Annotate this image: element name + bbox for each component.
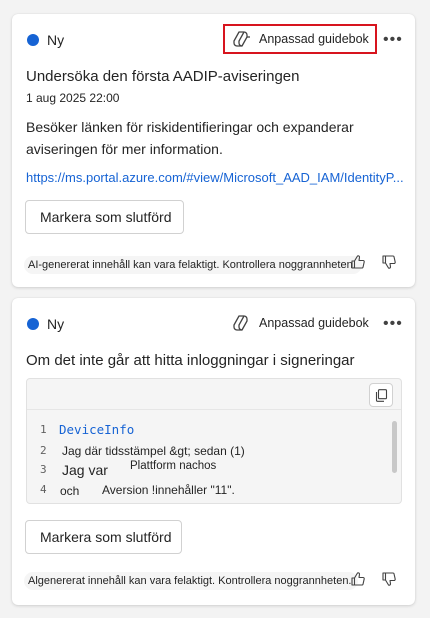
- card-description: Besöker länken för riskidentifieringar o…: [26, 119, 354, 157]
- code-line-extra: Plattform nachos: [130, 460, 217, 472]
- custom-guidebook-label: Anpassad guidebok: [259, 316, 369, 330]
- code-line: DeviceInfo: [59, 422, 135, 437]
- line-number: 1: [40, 423, 47, 436]
- guidance-card: Ny Anpassad guidebok ••• Undersöka den f…: [12, 14, 415, 287]
- code-block: 1 DeviceInfo 2 Jag där tidsstämpel &gt; …: [26, 378, 402, 504]
- custom-guidebook-badge[interactable]: Anpassad guidebok: [223, 24, 377, 54]
- more-options-icon[interactable]: •••: [383, 32, 403, 48]
- status-label: Ny: [47, 316, 65, 332]
- copilot-icon: [233, 31, 250, 47]
- ai-disclaimer: AI-genererat innehåll kan vara felaktigt…: [24, 256, 362, 274]
- risk-detection-link[interactable]: https://ms.portal.azure.com/#view/Micros…: [26, 170, 404, 185]
- card-title: Undersöka den första AADIP-aviseringen: [26, 68, 300, 85]
- code-header: [27, 379, 401, 410]
- custom-guidebook-label: Anpassad guidebok: [259, 32, 369, 46]
- code-line: Jag var: [62, 462, 108, 478]
- status-label: Ny: [47, 32, 65, 48]
- mark-complete-button[interactable]: Markera som slutförd: [25, 200, 184, 234]
- copy-button[interactable]: [369, 383, 393, 407]
- status-dot: [27, 318, 39, 330]
- ai-disclaimer: Algenererat innehåll kan vara felaktigt.…: [24, 572, 358, 590]
- code-line: Jag där tidsstämpel &gt; sedan (1): [62, 444, 245, 458]
- card-title: Om det inte går att hitta inloggningar i…: [26, 352, 355, 369]
- code-scrollbar[interactable]: [392, 421, 397, 473]
- line-number: 4: [40, 483, 47, 496]
- code-line: och: [60, 484, 80, 498]
- thumbs-up-icon[interactable]: [350, 571, 366, 587]
- code-line-extra: Aversion !innehåller "11".: [102, 483, 235, 497]
- card-timestamp: 1 aug 2025 22:00: [26, 91, 120, 105]
- thumbs-down-icon[interactable]: [381, 254, 397, 270]
- custom-guidebook-badge[interactable]: Anpassad guidebok: [233, 314, 369, 332]
- thumbs-down-icon[interactable]: [381, 571, 397, 587]
- thumbs-up-icon[interactable]: [350, 254, 366, 270]
- copy-icon: [375, 388, 387, 402]
- status-dot: [27, 34, 39, 46]
- more-options-icon[interactable]: •••: [383, 316, 403, 332]
- line-number: 2: [40, 444, 47, 457]
- mark-complete-button[interactable]: Markera som slutförd: [25, 520, 182, 554]
- guidance-card: Ny Anpassad guidebok ••• Om det inte går…: [12, 298, 415, 605]
- copilot-icon: [233, 315, 248, 331]
- line-number: 3: [40, 463, 47, 476]
